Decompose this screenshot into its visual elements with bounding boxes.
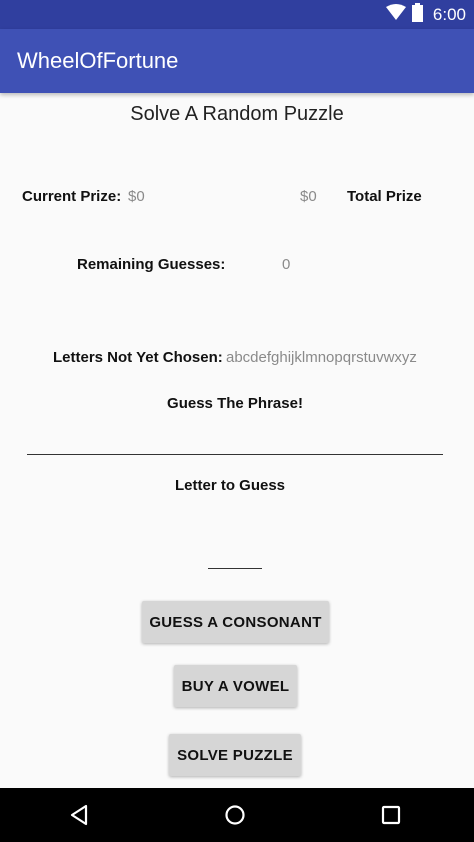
status-time: 6:00 bbox=[432, 4, 466, 24]
buy-vowel-button[interactable]: BUY A VOWEL bbox=[174, 665, 297, 707]
guess-consonant-button[interactable]: GUESS A CONSONANT bbox=[142, 601, 329, 643]
total-prize-value: $0 bbox=[300, 188, 317, 205]
recents-icon[interactable] bbox=[381, 805, 401, 830]
status-icons: 6:00 bbox=[385, 2, 466, 27]
letter-to-guess-label: Letter to Guess bbox=[174, 477, 286, 494]
remaining-guesses-value: 0 bbox=[282, 256, 291, 273]
wifi-icon bbox=[385, 4, 406, 25]
letter-input[interactable] bbox=[208, 548, 262, 569]
app-bar: WheelOfFortune bbox=[0, 29, 474, 93]
phrase-input[interactable] bbox=[27, 454, 443, 455]
total-prize-label: Total Prize bbox=[347, 188, 422, 205]
back-icon[interactable] bbox=[69, 804, 89, 831]
nav-bar bbox=[0, 788, 474, 842]
app-title: WheelOfFortune bbox=[17, 48, 179, 73]
solve-puzzle-button[interactable]: SOLVE PUZZLE bbox=[169, 734, 301, 776]
current-prize-value: $0 bbox=[128, 188, 145, 205]
remaining-guesses-label: Remaining Guesses: bbox=[77, 256, 226, 273]
battery-icon bbox=[411, 2, 423, 27]
current-prize-label: Current Prize: bbox=[22, 188, 122, 205]
status-bar: 6:00 bbox=[0, 0, 474, 29]
guess-phrase-label: Guess The Phrase! bbox=[167, 395, 303, 412]
letters-not-chosen-label: Letters Not Yet Chosen: bbox=[53, 349, 223, 366]
letters-not-chosen-value: abcdefghijklmnopqrstuvwxyz bbox=[226, 349, 417, 366]
page-subtitle: Solve A Random Puzzle bbox=[130, 103, 344, 125]
home-icon[interactable] bbox=[224, 804, 246, 831]
